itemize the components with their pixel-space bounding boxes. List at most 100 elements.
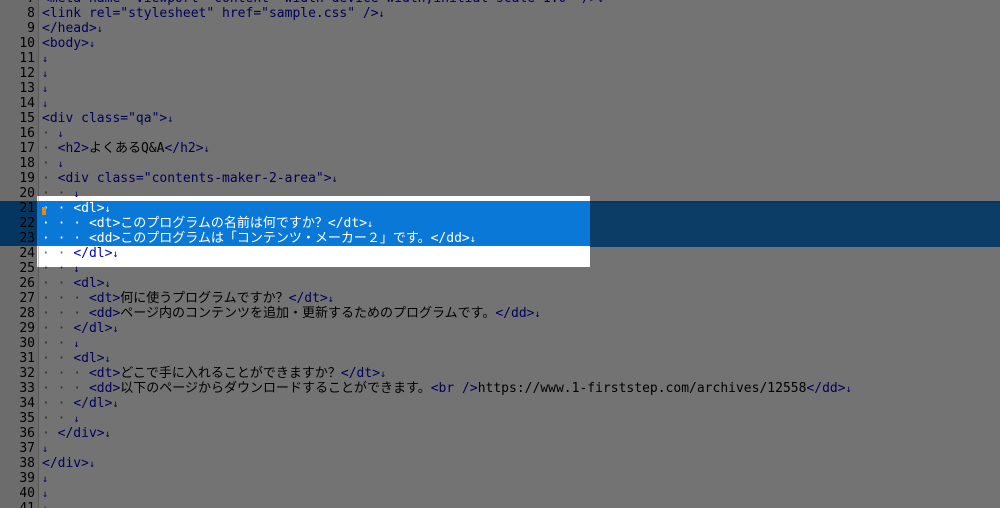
line-number: 31: [19, 351, 35, 366]
indent-marker: · ·: [42, 246, 74, 261]
line-number: 32: [19, 366, 35, 381]
line-break-icon: ↓: [57, 129, 64, 140]
line-number: 13: [19, 81, 35, 96]
line-break-icon: ↓: [88, 39, 95, 50]
line-content: </div>↓: [42, 456, 95, 472]
code-line[interactable]: 8 <link rel="stylesheet" href="sample.css…: [0, 6, 1000, 21]
line-number: 40: [19, 486, 35, 501]
code-line[interactable]: 21 · · <dl>↓: [0, 201, 1000, 216]
code-line[interactable]: 37 ↓: [0, 441, 1000, 456]
line-content: · ↓: [42, 126, 64, 142]
code-editor[interactable]: 7<meta name="viewport" content="width=de…: [0, 0, 1000, 508]
line-break-icon: ↓: [42, 489, 49, 500]
line-content: · · <dl>↓: [42, 201, 111, 217]
line-break-icon: ↓: [96, 24, 103, 35]
code-line[interactable]: 15 <div class="qa">↓: [0, 111, 1000, 126]
indent-marker: · ·: [42, 201, 74, 216]
line-break-icon: ↓: [104, 204, 111, 215]
code-line[interactable]: 25 · · ↓: [0, 261, 1000, 276]
code-line[interactable]: 34 · · </dl>↓: [0, 396, 1000, 411]
text-token: このプログラムは「コンテンツ・メーカー２」です。: [120, 231, 431, 246]
code-line[interactable]: 20 · · ↓: [0, 186, 1000, 201]
code-line[interactable]: 22 · · · <dt>このプログラムの名前は何ですか？</dt>↓: [0, 216, 1000, 231]
indent-marker: · · ·: [42, 306, 89, 321]
code-line[interactable]: 11 ↓: [0, 51, 1000, 66]
indent-marker: · ·: [42, 321, 74, 336]
code-line[interactable]: 30 · · ↓: [0, 336, 1000, 351]
html-tag-token: </dl>: [73, 246, 113, 261]
html-tag-token: </dl>: [73, 321, 113, 336]
line-content: ↓: [42, 81, 48, 97]
html-tag-token: </h2>: [164, 141, 204, 156]
line-content: · <h2>よくあるQ&A</h2>↓: [42, 141, 210, 157]
html-tag-token: <h2>: [57, 141, 89, 156]
line-break-icon: ↓: [42, 84, 49, 95]
html-tag-token: </dd>: [430, 231, 470, 246]
code-line[interactable]: 14 ↓: [0, 96, 1000, 111]
code-line[interactable]: 18 · ↓: [0, 156, 1000, 171]
line-number: 21: [19, 201, 35, 216]
html-tag-token: </dd>: [495, 306, 535, 321]
code-line[interactable]: 35 · · ↓: [0, 411, 1000, 426]
code-line[interactable]: 39 ↓: [0, 471, 1000, 486]
code-line[interactable]: 26 · · <dl>↓: [0, 276, 1000, 291]
line-break-icon: ↓: [327, 294, 334, 305]
code-line[interactable]: 23 · · · <dd>このプログラムは「コンテンツ・メーカー２」です。</dd…: [0, 231, 1000, 246]
code-line[interactable]: 29 · · </dl>↓: [0, 321, 1000, 336]
line-number: 23: [19, 231, 35, 246]
code-line[interactable]: 28 · · · <dd>ページ内のコンテンツを追加・更新するためのプログラムです…: [0, 306, 1000, 321]
line-content: ↓: [42, 66, 48, 82]
line-content: · · · <dt>何に使うプログラムですか？</dt>↓: [42, 291, 334, 307]
line-number: 34: [19, 396, 35, 411]
line-number: 11: [19, 51, 35, 66]
code-line[interactable]: 36 · </div>↓: [0, 426, 1000, 441]
line-break-icon: ↓: [104, 354, 111, 365]
code-line[interactable]: 17 · <h2>よくあるQ&A</h2>↓: [0, 141, 1000, 156]
line-break-icon: ↓: [331, 174, 338, 185]
code-line[interactable]: 41 ↓: [0, 501, 1000, 508]
indent-marker: ·: [42, 156, 58, 171]
indent-marker: · ·: [42, 261, 74, 276]
line-content: · · · <dd>以下のページからダウンロードすることができます。<br />…: [42, 381, 852, 397]
code-line[interactable]: 16 · ↓: [0, 126, 1000, 141]
line-break-icon: ↓: [167, 114, 174, 125]
text-cursor: [42, 207, 46, 215]
line-break-icon: ↓: [469, 234, 476, 245]
code-line[interactable]: 10 <body>↓: [0, 36, 1000, 51]
line-break-icon: ↓: [73, 264, 80, 275]
code-line[interactable]: 13 ↓: [0, 81, 1000, 96]
line-content: ↓: [42, 486, 48, 502]
text-token: 以下のページからダウンロードすることができます。: [120, 381, 431, 396]
line-break-icon: ↓: [112, 399, 119, 410]
line-content: · · </dl>↓: [42, 246, 118, 262]
indent-marker: · ·: [42, 276, 74, 291]
line-break-icon: ↓: [73, 339, 80, 350]
indent-marker: · · ·: [42, 381, 89, 396]
code-line[interactable]: 33 · · · <dd>以下のページからダウンロードすることができます。<br …: [0, 381, 1000, 396]
line-number: 9: [27, 21, 35, 36]
line-break-icon: ↓: [112, 249, 119, 260]
line-content: ↓: [42, 96, 48, 112]
code-line[interactable]: 40 ↓: [0, 486, 1000, 501]
code-line[interactable]: 27 · · · <dt>何に使うプログラムですか？</dt>↓: [0, 291, 1000, 306]
html-tag-token: <dt>: [88, 291, 121, 306]
html-tag-token: </dl>: [73, 396, 113, 411]
line-number: 19: [19, 171, 35, 186]
line-break-icon: ↓: [42, 444, 49, 455]
line-number: 38: [19, 456, 35, 471]
code-line[interactable]: 19 · <div class="contents-maker-2-area">↓: [0, 171, 1000, 186]
line-break-icon: ↓: [104, 279, 111, 290]
code-line[interactable]: 38 </div>↓: [0, 456, 1000, 471]
text-token: ページ内のコンテンツを追加・更新するためのプログラムです。: [120, 306, 496, 321]
code-line[interactable]: 24 · · </dl>↓: [0, 246, 1000, 261]
code-line[interactable]: 31 · · <dl>↓: [0, 351, 1000, 366]
indent-marker: · ·: [42, 396, 74, 411]
code-line[interactable]: 32 · · · <dt>どこで手に入れることができますか？</dt>↓: [0, 366, 1000, 381]
line-break-icon: ↓: [378, 9, 385, 20]
code-line[interactable]: 12 ↓: [0, 66, 1000, 81]
line-break-icon: ↓: [534, 309, 541, 320]
indent-marker: ·: [42, 126, 58, 141]
line-break-icon: ↓: [845, 384, 852, 395]
line-break-icon: ↓: [73, 189, 80, 200]
code-line[interactable]: 9 </head>↓: [0, 21, 1000, 36]
